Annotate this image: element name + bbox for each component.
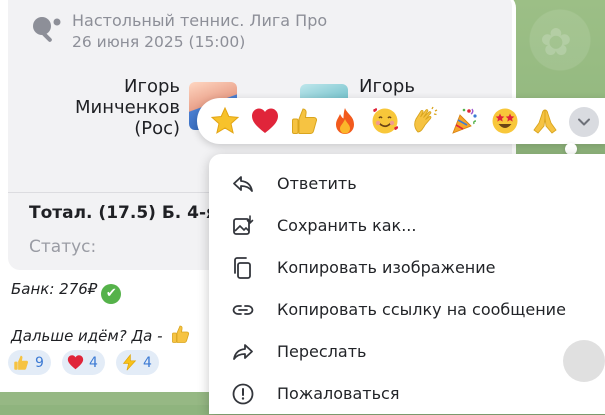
- emoji-reaction-bar: [197, 98, 605, 144]
- next-question-line: Дальше идём? Да -: [11, 324, 191, 345]
- star-struck-icon[interactable]: [490, 106, 520, 136]
- expand-emoji-button[interactable]: [569, 107, 599, 137]
- star-icon[interactable]: [210, 106, 240, 136]
- player-left-name: Игорь Минченков (Рос): [75, 76, 180, 139]
- scroll-down-button[interactable]: [563, 340, 605, 382]
- reaction-count: 9: [35, 354, 44, 371]
- report-icon: [232, 383, 254, 405]
- context-menu: Ответить Сохранить как... Копировать изо…: [209, 154, 605, 414]
- red-heart-icon[interactable]: [250, 106, 280, 136]
- link-icon: [232, 305, 254, 315]
- bank-line: Банк: 276₽ ✔: [11, 280, 122, 304]
- fire-icon[interactable]: [330, 106, 360, 136]
- save-image-icon: [233, 215, 254, 235]
- menu-item-copy-link[interactable]: Копировать ссылку на сообщение: [209, 289, 605, 331]
- red-heart-icon: [67, 355, 84, 370]
- menu-item-copy-image[interactable]: Копировать изображение: [209, 247, 605, 289]
- menu-item-report[interactable]: Пожаловаться: [209, 373, 605, 415]
- bet-text: Тотал. (17.5) Б. 4-я П: [29, 203, 238, 223]
- reaction-count: 4: [143, 354, 152, 371]
- reaction-heart[interactable]: 4: [62, 350, 105, 375]
- league-title: Настольный теннис. Лига Про: [72, 11, 328, 30]
- menu-item-label: Переслать: [277, 342, 367, 361]
- table-tennis-icon: [33, 17, 61, 42]
- menu-item-forward[interactable]: Переслать: [209, 331, 605, 373]
- next-question-text: Дальше идём? Да -: [11, 327, 163, 345]
- reaction-voltage[interactable]: 4: [116, 350, 159, 375]
- reply-icon: [233, 176, 253, 192]
- bank-text: Банк: 276₽: [11, 280, 98, 298]
- smiling-face-with-hearts-icon[interactable]: [370, 106, 400, 136]
- status-label: Статус:: [29, 237, 97, 257]
- party-popper-icon[interactable]: [450, 106, 480, 136]
- match-date: 26 июня 2025 (15:00): [72, 33, 246, 51]
- chevron-down-icon: [578, 118, 590, 126]
- background-doodle: ✿: [540, 20, 572, 64]
- thumbs-up-icon: [172, 325, 190, 343]
- menu-item-label: Пожаловаться: [277, 384, 400, 403]
- folded-hands-icon[interactable]: [530, 106, 560, 136]
- thumbs-up-icon[interactable]: [290, 106, 320, 136]
- clapping-hands-icon[interactable]: [410, 106, 440, 136]
- menu-item-reply[interactable]: Ответить: [209, 163, 605, 205]
- thumbs-up-icon: [14, 355, 29, 370]
- menu-item-label: Сохранить как...: [277, 216, 417, 235]
- copy-icon: [234, 257, 251, 279]
- menu-item-label: Копировать изображение: [277, 258, 496, 277]
- high-voltage-icon: [122, 354, 137, 371]
- menu-item-save-as[interactable]: Сохранить как...: [209, 205, 605, 247]
- menu-item-label: Копировать ссылку на сообщение: [277, 300, 566, 319]
- reaction-thumbs-up[interactable]: 9: [8, 350, 51, 375]
- forward-icon: [233, 344, 253, 360]
- menu-item-label: Ответить: [277, 174, 357, 193]
- reaction-count: 4: [89, 354, 98, 371]
- player-right-name: Игорь: [359, 76, 415, 97]
- check-mark-icon: ✔: [101, 284, 122, 304]
